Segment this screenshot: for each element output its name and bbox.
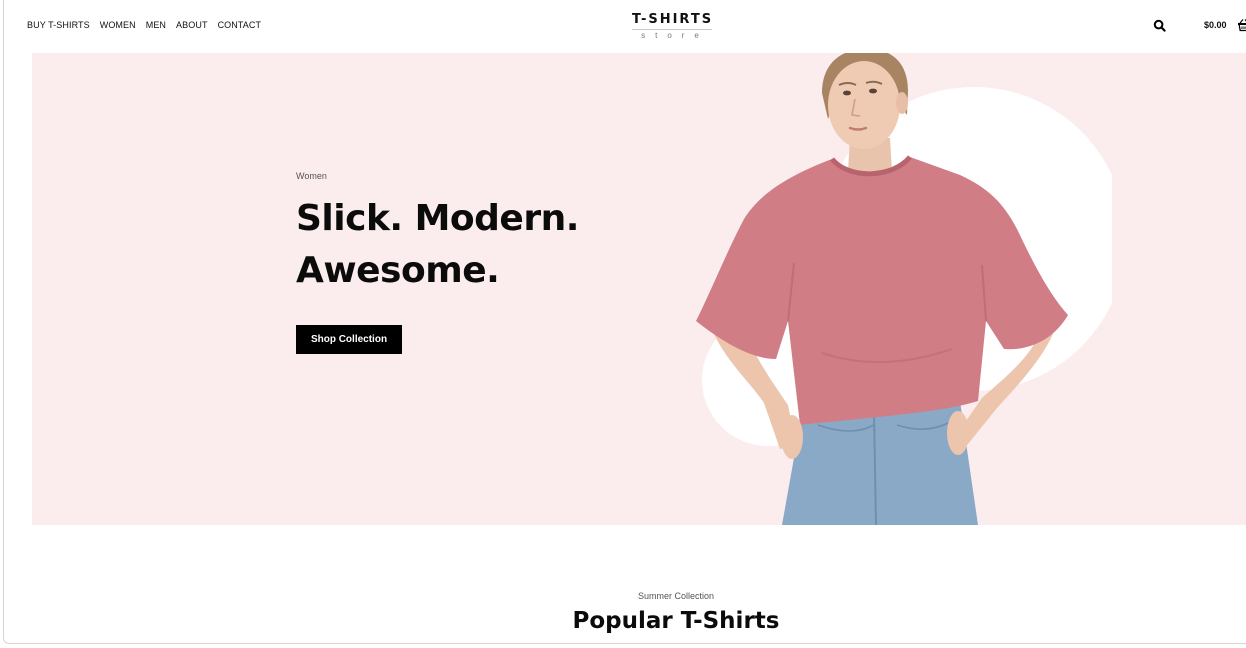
nav-link-contact[interactable]: CONTACT — [218, 20, 262, 30]
hero-model-image — [652, 53, 1126, 525]
cart-total[interactable]: $0.00 — [1204, 20, 1227, 30]
shop-collection-button[interactable]: Shop Collection — [296, 325, 402, 354]
basket-icon[interactable] — [1237, 18, 1246, 32]
main-nav: BUY T-SHIRTS WOMEN MEN ABOUT CONTACT — [27, 20, 261, 30]
nav-link-men[interactable]: MEN — [146, 20, 166, 30]
hero-title-line-1: Slick. Modern. — [296, 198, 579, 239]
nav-link-buy-t-shirts[interactable]: BUY T-SHIRTS — [27, 20, 90, 30]
section-title: Popular T-Shirts — [572, 608, 780, 634]
logo-title: T-SHIRTS — [632, 12, 714, 27]
nav-link-women[interactable]: WOMEN — [100, 20, 136, 30]
search-icon[interactable] — [1153, 19, 1167, 33]
nav-link-about[interactable]: ABOUT — [176, 20, 208, 30]
hero-banner: Women Slick. Modern. Awesome. Shop Colle… — [32, 53, 1246, 525]
site-logo[interactable]: T-SHIRTS store — [632, 12, 712, 40]
page: BUY T-SHIRTS WOMEN MEN ABOUT CONTACT T-S… — [0, 0, 1246, 648]
hero-title-line-2: Awesome. — [296, 250, 500, 291]
section-kicker: Summer Collection — [637, 591, 715, 601]
logo-subtitle: store — [641, 31, 709, 40]
hero-kicker: Women — [296, 171, 327, 181]
hero-title: Slick. Modern. Awesome. — [296, 193, 579, 297]
site-header: BUY T-SHIRTS WOMEN MEN ABOUT CONTACT T-S… — [0, 0, 1246, 52]
logo-divider — [632, 29, 712, 30]
